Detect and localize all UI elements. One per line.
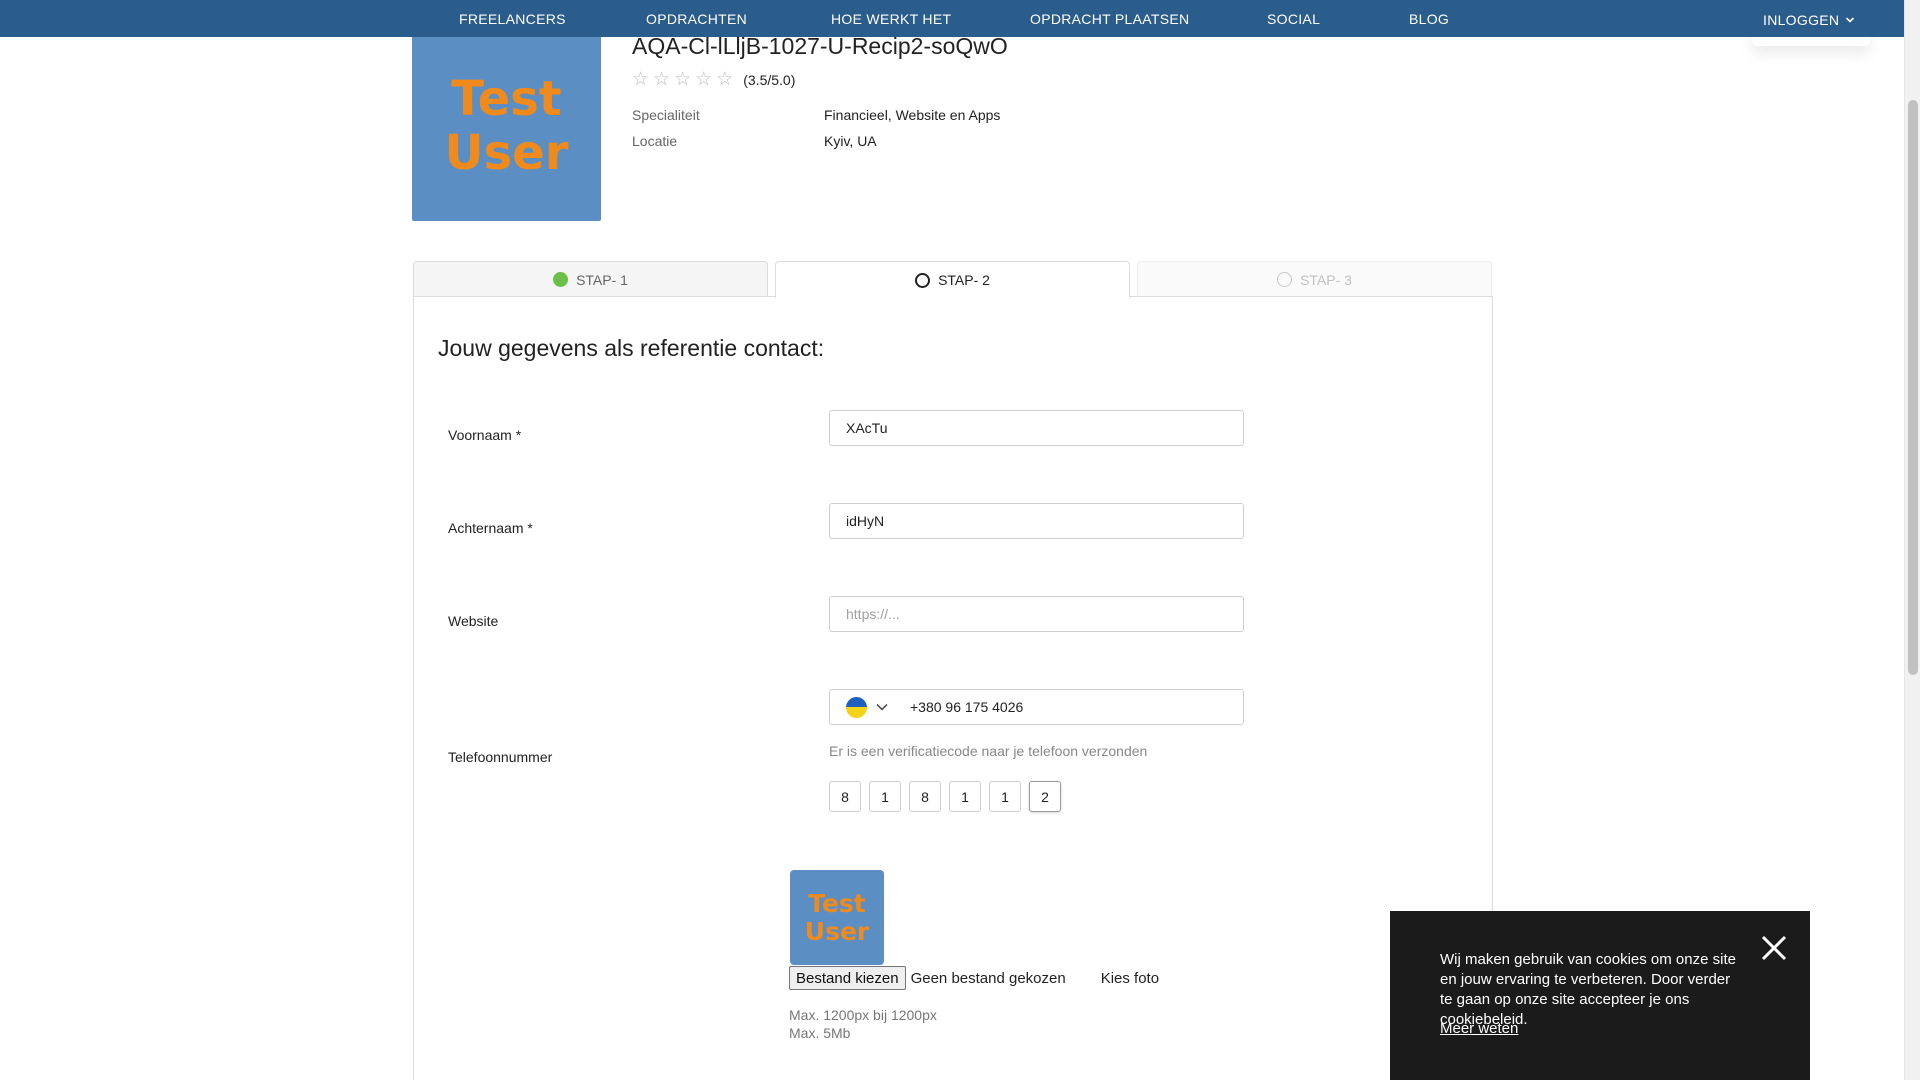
rating-text: (3.5/5.0) [743,72,796,88]
limit-weight: Max. 5Mb [789,1025,851,1041]
location-value: Kyiv, UA [824,133,877,149]
verification-note: Er is een verificatiecode naar je telefo… [829,743,1148,759]
login-menu[interactable]: INLOGGEN [1763,12,1855,28]
country-code-select[interactable] [830,690,910,724]
top-navigation: FREELANCERS OPDRACHTEN HOE WERKT HET OPD… [0,0,1904,37]
step-pending-icon [1277,272,1293,287]
first-name-field[interactable] [829,410,1244,446]
website-label: Website [448,613,499,629]
chevron-down-icon [1846,17,1855,23]
last-name-field[interactable] [829,503,1244,539]
choose-file-button[interactable]: Bestand kiezen [789,966,906,990]
specialty-value: Financieel, Website en Apps [824,107,1001,123]
phone-field [829,689,1244,725]
star-icon: ☆ [716,69,734,90]
limit-size: Max. 1200px bij 1200px [789,1007,937,1023]
avatar-text-line1: Test [451,71,562,128]
cookie-banner: Wij maken gebruik van cookies om onze si… [1390,911,1810,1080]
nav-item-opdracht-plaatsen[interactable]: OPDRACHT PLAATSEN [1030,11,1189,27]
page-scrollbar[interactable] [1904,0,1920,1080]
tab-step-1[interactable]: STAP- 1 [413,261,768,297]
phone-label: Telefoonnummer [448,749,553,765]
step-complete-icon [553,272,569,287]
avatar-text-line2: User [444,125,569,181]
tab-step-3-label: STAP- 3 [1300,271,1352,288]
form-title: Jouw gegevens als referentie contact: [438,335,825,361]
profile-name: AQA-Cl-lLljB-1027-U-Recip2-soQwO [632,33,1008,59]
tab-step-3[interactable]: STAP- 3 [1137,261,1492,297]
star-icon: ☆ [674,69,692,90]
profile-avatar: Test User [412,33,601,221]
tab-step-1-label: STAP- 1 [576,271,628,288]
code-digit-3[interactable] [909,781,941,812]
nav-item-hoe-werkt-het[interactable]: HOE WERKT HET [831,11,951,27]
cookie-more-link[interactable]: Meer weten [1440,1020,1518,1037]
website-field[interactable] [829,596,1244,632]
photo-text-line2: User [804,916,870,946]
star-icon: ☆ [632,69,650,90]
location-label: Locatie [632,133,678,149]
step-current-icon [915,272,931,288]
nav-item-freelancers[interactable]: FREELANCERS [459,11,566,27]
ukraine-flag-icon [846,696,867,718]
choose-photo-link[interactable]: Kies foto [1101,970,1159,987]
last-name-label: Achternaam * [448,520,533,536]
chevron-down-icon [876,703,888,711]
code-digit-5[interactable] [989,781,1021,812]
file-upload-row: Bestand kiezen Geen bestand gekozen Kies… [789,966,1159,990]
login-label: INLOGGEN [1763,12,1840,28]
file-status: Geen bestand gekozen [910,969,1066,987]
code-digit-1[interactable] [829,781,861,812]
phone-number-input[interactable] [910,690,1243,724]
tab-step-2-label: STAP- 2 [938,272,990,288]
cookie-text: Wij maken gebruik van cookies om onze si… [1440,951,1736,1028]
verification-code-inputs [829,781,1061,812]
rating-stars: ☆ ☆ ☆ ☆ ☆ [632,69,734,90]
code-digit-4[interactable] [949,781,981,812]
nav-item-opdrachten[interactable]: OPDRACHTEN [646,11,747,27]
star-icon: ☆ [695,69,713,90]
specialty-label: Specialiteit [632,107,700,123]
photo-preview: Test User [790,870,884,965]
photo-text-line1: Test [808,888,866,918]
star-icon: ☆ [653,69,671,90]
tab-step-2[interactable]: STAP- 2 [775,261,1130,298]
first-name-label: Voornaam * [448,427,522,443]
code-digit-6[interactable] [1029,781,1061,812]
nav-item-social[interactable]: SOCIAL [1267,11,1320,27]
upload-limits: Max. 1200px bij 1200px Max. 5Mb [789,1006,937,1042]
nav-item-blog[interactable]: BLOG [1409,11,1449,27]
close-icon[interactable] [1761,935,1787,961]
scrollbar-thumb[interactable] [1908,100,1918,675]
code-digit-2[interactable] [869,781,901,812]
rating: ☆ ☆ ☆ ☆ ☆ (3.5/5.0) [632,69,796,90]
